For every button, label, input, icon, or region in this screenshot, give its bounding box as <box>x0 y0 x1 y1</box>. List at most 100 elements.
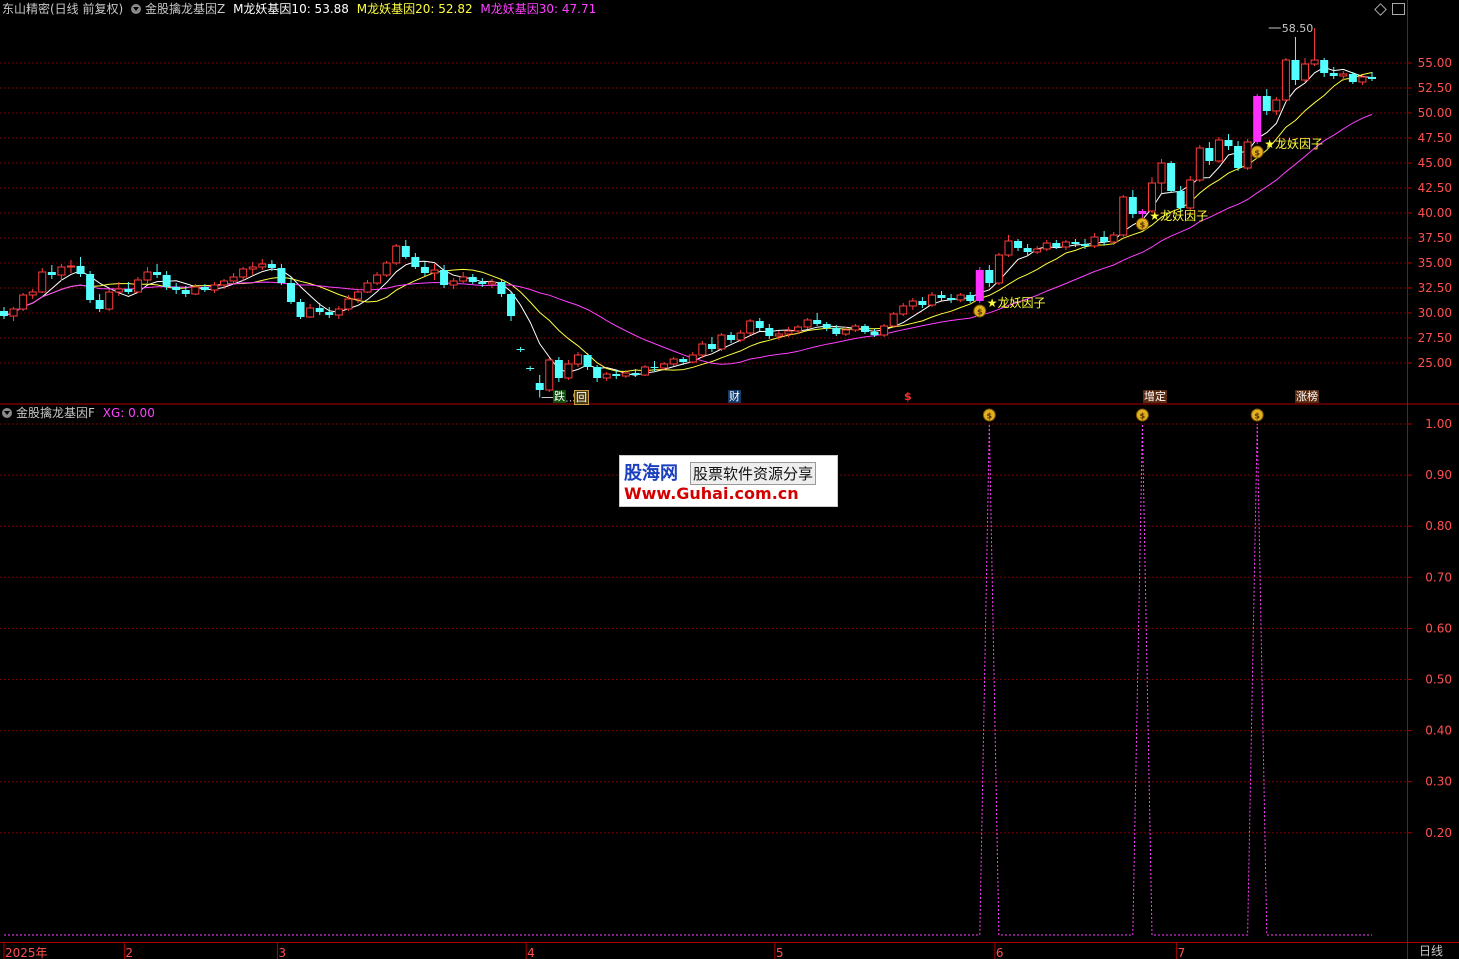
candle-body <box>765 328 774 336</box>
price-tick-label: 32.50 <box>1418 281 1452 295</box>
money-bag-symbol: $ <box>1254 149 1260 158</box>
candle-body <box>497 282 506 294</box>
candle-body <box>794 326 803 332</box>
candle-body <box>449 280 458 286</box>
marker-limit-up-list[interactable]: 涨榜 <box>1295 390 1319 403</box>
month-label: 7 <box>1178 946 1186 959</box>
candle-body <box>143 271 152 281</box>
indicator-dropdown-icon[interactable] <box>131 4 142 14</box>
candle-body <box>420 267 429 273</box>
ma30-line <box>3 113 1373 365</box>
candle-body <box>746 320 755 334</box>
candle-body <box>860 326 869 332</box>
signal-label: ★龙妖因子 <box>1264 137 1323 151</box>
candle-body <box>1348 74 1357 82</box>
sub-tick-label: 0.40 <box>1425 724 1452 738</box>
candle-body <box>774 333 783 337</box>
candle-body <box>803 319 812 328</box>
month-label: 5 <box>776 946 784 959</box>
candle-body <box>631 373 640 375</box>
candle-body <box>1052 243 1061 247</box>
candle-body <box>1291 60 1300 80</box>
candle-body <box>76 266 85 274</box>
candle-body <box>392 245 401 264</box>
candle-body <box>239 268 248 278</box>
ma10-value: M龙妖基因10: 53.88 <box>233 2 349 16</box>
candle-body <box>1176 191 1185 208</box>
candle-body <box>1138 211 1147 214</box>
candle-body <box>650 367 659 368</box>
candle-body <box>468 277 477 282</box>
sub-indicator-name[interactable]: 金股擒龙基因F <box>16 406 95 420</box>
candle-body <box>1272 99 1281 112</box>
candle-body <box>535 383 544 390</box>
marker-fall[interactable]: 跌 <box>553 390 566 403</box>
candle-body <box>1004 240 1013 256</box>
candle-body <box>612 374 621 376</box>
period-button[interactable]: 日线 <box>1418 945 1444 958</box>
candle-body <box>545 359 554 391</box>
marker-add-issue[interactable]: 增定 <box>1143 390 1167 403</box>
candle-body <box>593 367 602 378</box>
candle-body <box>133 279 142 293</box>
candle-body <box>841 329 850 335</box>
candle-body <box>822 324 831 328</box>
price-tick-label: 47.50 <box>1418 131 1452 145</box>
candle-body <box>191 286 200 295</box>
indicator-name[interactable]: 金股擒龙基因Z <box>145 2 225 16</box>
sub-indicator-dropdown-icon[interactable] <box>2 408 12 418</box>
candle-body <box>583 355 592 367</box>
candle-body <box>507 294 516 316</box>
candle-body <box>1061 241 1070 248</box>
candle-body <box>880 325 889 336</box>
candle-body <box>28 291 37 296</box>
price-tick-label: 45.00 <box>1418 156 1452 170</box>
candle-body <box>210 284 219 291</box>
candle-body <box>258 263 267 268</box>
candle-body <box>918 301 927 305</box>
money-bag-icon: $ <box>973 304 987 318</box>
candle-body <box>1033 248 1042 253</box>
candle-body <box>985 270 994 283</box>
money-bag-icon: $ <box>1250 408 1264 422</box>
candle-body <box>698 343 707 356</box>
candle-body <box>669 358 678 365</box>
candle-body <box>889 313 898 327</box>
candle-body <box>9 308 18 317</box>
candle-body <box>1234 146 1243 168</box>
candle-body <box>851 325 860 331</box>
candle-body <box>105 291 114 310</box>
candle-body <box>334 308 343 316</box>
candle-body <box>344 298 353 310</box>
ma20-value: M龙妖基因20: 52.82 <box>356 2 473 16</box>
price-tick-label: 40.00 <box>1418 206 1452 220</box>
candle-body <box>899 305 908 315</box>
marker-finance[interactable]: 财 <box>728 390 741 403</box>
candle-body <box>966 295 975 301</box>
money-bag-icon: $ <box>1135 408 1149 422</box>
candle-body <box>688 354 697 363</box>
price-tick-label: 50.00 <box>1418 106 1452 120</box>
candle-body <box>306 307 315 318</box>
sub-tick-label: 1.00 <box>1425 417 1452 431</box>
candle-body <box>640 366 649 376</box>
candle-body <box>267 264 276 268</box>
stock-title[interactable]: 东山精密(日线 前复权) <box>2 2 123 16</box>
candle-body <box>813 320 822 324</box>
candle-body <box>1358 76 1367 83</box>
candle-body <box>736 332 745 341</box>
candle-body <box>975 270 984 301</box>
candle-body <box>1119 196 1128 236</box>
marker-dollar[interactable]: $ <box>903 390 913 403</box>
ma30-value: M龙妖基因30: 47.71 <box>480 2 597 16</box>
candle-body <box>430 269 439 274</box>
candle-body <box>0 311 8 316</box>
candle-body <box>66 265 75 268</box>
candle-body <box>1214 139 1223 162</box>
sub-value-axis: 1.00 0.90 0.80 0.70 0.60 0.50 0.40 0.30 0.20 <box>1407 417 1452 840</box>
candle-body <box>573 354 582 365</box>
candle-body <box>459 276 468 282</box>
window-toggle-icon[interactable] <box>1392 3 1405 15</box>
marker-return[interactable]: 回 <box>574 390 589 405</box>
candle-body <box>363 282 372 293</box>
